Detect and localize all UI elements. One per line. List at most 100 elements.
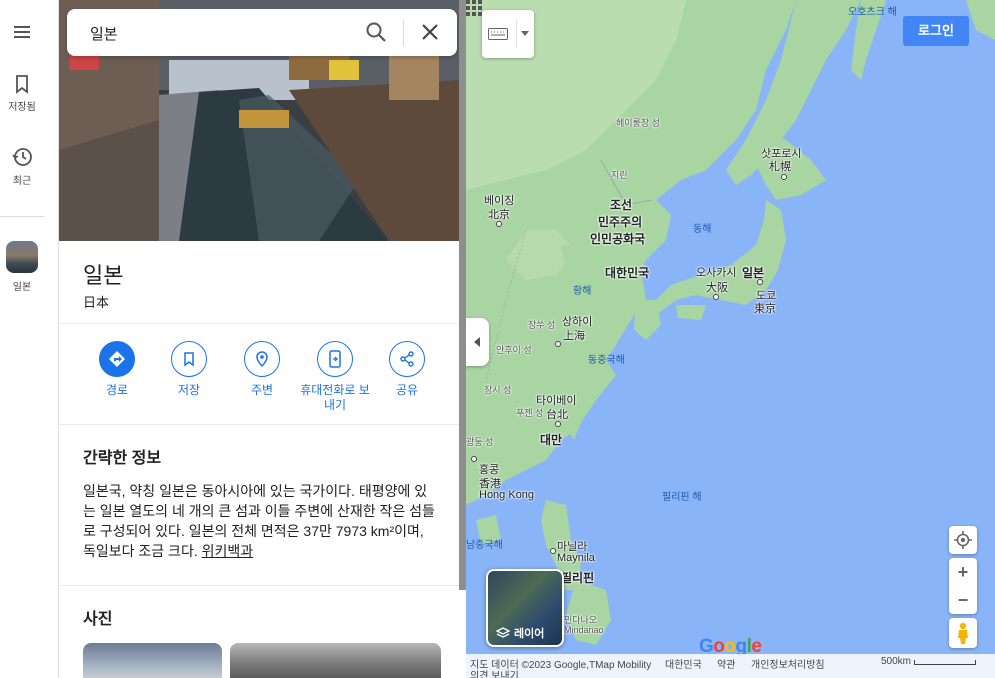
login-button[interactable]: 로그인 — [903, 16, 969, 46]
about-body: 일본국, 약칭 일본은 동아시아에 있는 국가이다. 태평양에 있는 일본 열도… — [83, 483, 435, 559]
city-marker — [496, 221, 502, 227]
map-label: 황해 — [573, 286, 592, 297]
search-input[interactable]: 일본 — [90, 23, 118, 44]
city-marker — [550, 548, 556, 554]
map-footer: 지도 데이터 ©2023 Google,TMap Mobility 대한민국 약… — [466, 654, 995, 678]
save-label: 저장 — [177, 383, 201, 397]
map-label: 지린 — [611, 170, 628, 180]
bookmark-icon — [16, 75, 28, 94]
scale-bar — [914, 660, 976, 665]
save-button[interactable]: 저장 — [151, 341, 227, 398]
nearby-button[interactable]: 주변 — [224, 341, 300, 398]
map-label: 동중국해 — [588, 355, 625, 366]
about-text: 일본국, 약칭 일본은 동아시아에 있는 국가이다. 태평양에 있는 일본 열도… — [83, 481, 439, 561]
my-location-button[interactable] — [949, 526, 977, 554]
wikipedia-link[interactable]: 위키백과 — [202, 543, 254, 559]
map-label: Maynila — [557, 552, 595, 564]
search-box[interactable]: 일본 — [67, 9, 457, 56]
share-label: 공유 — [395, 383, 419, 397]
directions-button[interactable]: 경로 — [79, 341, 155, 398]
chevron-left-icon — [474, 337, 480, 347]
map-label: 인민공화국 — [590, 232, 646, 246]
map-label: 조선 — [610, 198, 633, 212]
zoom-controls: + − — [949, 558, 977, 614]
map-label: 필리핀 — [561, 571, 595, 585]
action-bar: 경로 저장 주변 휴대전화로 보내기 공유 — [59, 325, 461, 425]
photos-heading: 사진 — [83, 611, 113, 628]
privacy-link[interactable]: 개인정보처리방침 — [751, 656, 825, 671]
search-icon[interactable] — [365, 21, 387, 43]
city-marker — [555, 421, 561, 427]
map-label: 남중국해 — [466, 540, 503, 551]
recent-place-label: 일본 — [12, 282, 32, 293]
keyboard-shortcuts-button[interactable] — [482, 10, 534, 58]
map-label: 오호츠크 해 — [848, 7, 897, 18]
nearby-label: 주변 — [250, 383, 274, 397]
saved-button[interactable]: 저장됨 — [0, 74, 44, 113]
map-label: 대만 — [540, 433, 563, 447]
map-label: 필리핀 해 — [662, 492, 702, 503]
feedback-link[interactable]: 의견 보내기 — [470, 667, 519, 678]
share-icon — [400, 351, 414, 367]
city-marker — [555, 341, 561, 347]
map-label: Hong Kong — [479, 489, 535, 501]
place-panel: 일본 일본 日本 경로 저장 주변 휴대전화로 보내기 공유 간략한 정보 일본… — [59, 0, 461, 678]
street-view-pegman[interactable] — [949, 618, 977, 648]
zoom-out-button[interactable]: − — [949, 586, 977, 614]
city-marker — [713, 294, 719, 300]
saved-label: 저장됨 — [8, 102, 36, 113]
photo-thumbnail[interactable] — [83, 643, 222, 678]
my-location-icon — [954, 531, 972, 549]
photo-thumbnail[interactable] — [230, 643, 441, 678]
recent-place-button[interactable]: 일본 — [0, 241, 44, 293]
map-label: 동해 — [693, 224, 712, 235]
terms-link[interactable]: 약관 — [717, 656, 735, 671]
layers-button[interactable]: 레이어 — [486, 569, 564, 647]
menu-button[interactable] — [0, 22, 44, 46]
layers-label: 레이어 — [514, 628, 545, 640]
rail-divider — [0, 216, 44, 217]
city-marker — [471, 456, 477, 462]
chevron-down-icon — [521, 31, 529, 36]
history-icon — [12, 148, 32, 166]
bookmark-icon — [184, 352, 194, 367]
close-icon[interactable] — [419, 21, 441, 43]
city-marker — [781, 174, 787, 180]
place-title: 일본 — [83, 263, 124, 288]
map-canvas[interactable]: 로그인 오호츠크 해 헤이룽장 성 지린 삿포로시 札幌 베이징 北京 조선 민… — [466, 0, 995, 678]
map-label: 헤이룽장 성 — [616, 118, 660, 128]
recent-label: 최근 — [12, 176, 32, 187]
map-label: 札幌 — [769, 161, 791, 173]
map-label: 안후이 성 — [496, 345, 532, 355]
share-button[interactable]: 공유 — [369, 341, 445, 398]
map-label: Mindanao — [564, 625, 604, 635]
send-to-phone-button[interactable]: 휴대전화로 보내기 — [297, 341, 373, 413]
map-label: 上海 — [563, 330, 585, 342]
about-section: 간략한 정보 일본국, 약칭 일본은 동아시아에 있는 국가이다. 태평양에 있… — [59, 426, 461, 586]
menu-icon — [14, 26, 30, 38]
map-label: 장쑤 성 — [528, 320, 556, 330]
map-label: 장시 성 — [484, 385, 512, 395]
maps-app: 저장됨 최근 일본 일본 일본 日本 경로 저장 주변 휴대전화로 보내기 공유… — [0, 0, 995, 678]
map-label: 台北 — [546, 409, 568, 421]
directions-label: 경로 — [105, 383, 129, 397]
place-thumbnail — [6, 241, 38, 273]
map-label: 민주주의 — [598, 215, 643, 229]
recent-button[interactable]: 최근 — [0, 146, 44, 187]
send-to-phone-label: 휴대전화로 보내기 — [300, 383, 370, 412]
city-marker — [757, 279, 763, 285]
about-heading: 간략한 정보 — [83, 450, 162, 467]
pegman-icon — [958, 622, 968, 644]
left-rail: 저장됨 최근 일본 — [0, 0, 59, 678]
map-label: 東京 — [754, 303, 776, 315]
map-label: 광둥 성 — [466, 437, 494, 447]
map-label: 대한민국 — [605, 266, 650, 280]
layers-icon — [496, 627, 510, 638]
apps-grid-icon[interactable] — [466, 0, 482, 16]
region-link[interactable]: 대한민국 — [665, 656, 702, 671]
panel-scrollbar[interactable] — [459, 0, 466, 590]
search-divider — [403, 19, 404, 46]
zoom-in-button[interactable]: + — [949, 558, 977, 586]
map-label: 오사카시 — [696, 267, 737, 279]
collapse-panel-button[interactable] — [466, 318, 489, 366]
